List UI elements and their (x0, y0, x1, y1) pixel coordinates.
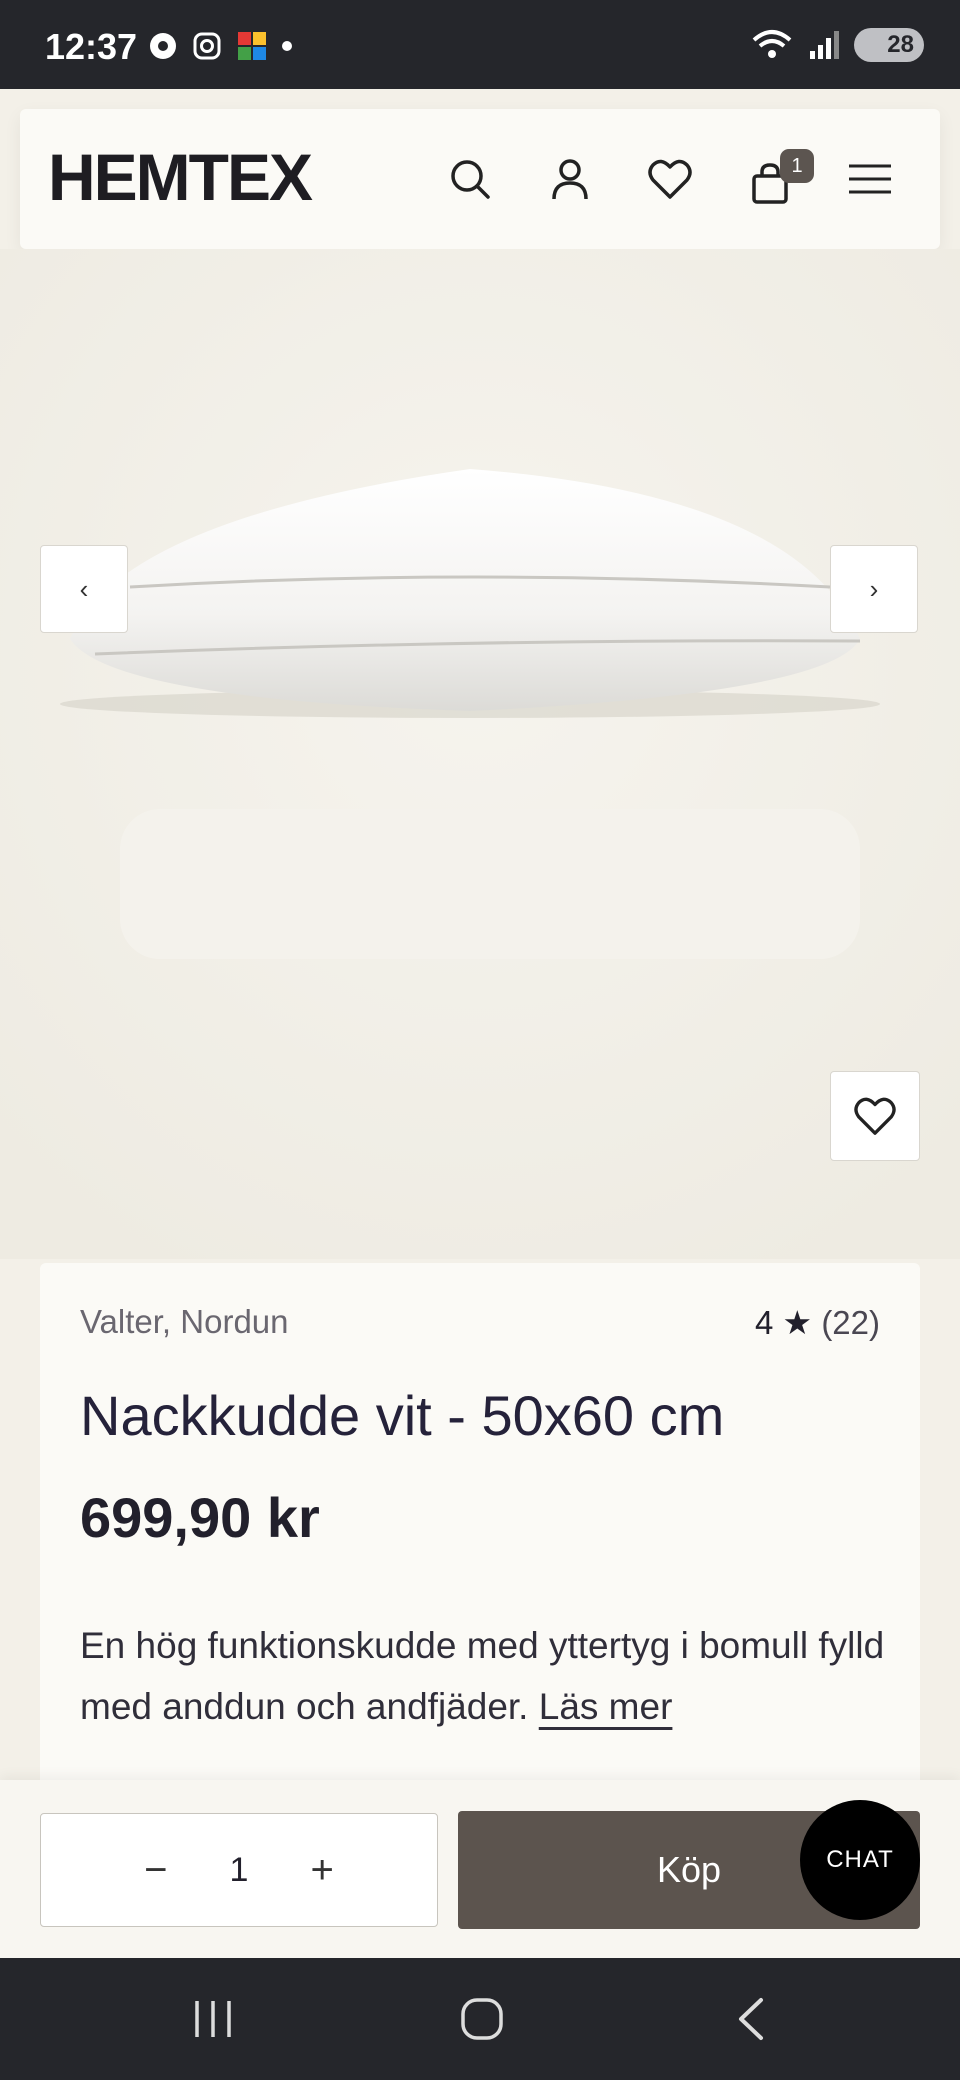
chevron-left-icon: ‹ (79, 573, 89, 604)
home-icon (461, 1998, 503, 2040)
cart-button[interactable]: 1 (740, 149, 814, 209)
hamburger-menu-icon (849, 164, 891, 194)
battery-icon: 28 (854, 28, 924, 62)
wifi-icon (752, 30, 792, 58)
rating-count: (22) (821, 1304, 880, 1341)
more-notifications-dot (282, 41, 292, 51)
increase-quantity-button[interactable]: + (310, 1848, 333, 1893)
wishlist-button[interactable] (640, 149, 700, 209)
status-bar: 12:37 28 (0, 0, 960, 89)
user-icon (552, 159, 588, 200)
chat-button[interactable]: CHAT (800, 1800, 920, 1920)
signal-icon (810, 31, 839, 59)
account-button[interactable] (540, 149, 600, 209)
soccer-ball-icon (150, 33, 176, 59)
hemtex-logo[interactable]: HEMTEX (48, 139, 313, 215)
back-chevron-icon (739, 1998, 763, 2040)
heart-icon (648, 159, 692, 199)
previous-image-button[interactable]: ‹ (40, 545, 128, 633)
quantity-value: 1 (229, 1850, 249, 1889)
product-price: 699,90 kr (80, 1486, 320, 1549)
description-text: En hög funktionskudde med yttertyg i bom… (80, 1625, 885, 1727)
product-info-card: Valter, Nordun 4 ★ (22) Nackkudde vit - … (40, 1263, 920, 1823)
purchase-bar: − 1 + Köp CHAT (0, 1780, 960, 1958)
product-title: Nackkudde vit - 50x60 cm (80, 1384, 725, 1447)
back-button[interactable] (720, 1994, 780, 2044)
decrease-quantity-button[interactable]: − (144, 1848, 167, 1893)
rating-score: 4 ★ (755, 1304, 813, 1341)
product-image-gallery[interactable]: ‹ › (0, 249, 960, 1259)
search-button[interactable] (440, 149, 500, 209)
add-to-wishlist-button[interactable] (830, 1071, 920, 1161)
menu-button[interactable] (840, 149, 900, 209)
app-grid-icon (238, 32, 266, 60)
site-header: HEMTEX 1 (20, 109, 940, 249)
search-icon (451, 160, 490, 199)
instagram-icon (193, 32, 221, 60)
notification-icons (148, 30, 292, 62)
product-image (0, 249, 960, 1259)
read-more-link[interactable]: Läs mer (539, 1686, 673, 1727)
product-description: En hög funktionskudde med yttertyg i bom… (80, 1615, 900, 1737)
system-icons: 28 (750, 28, 924, 62)
quantity-stepper[interactable]: − 1 + (40, 1813, 438, 1927)
recent-apps-icon (195, 2001, 231, 2037)
next-image-button[interactable]: › (830, 545, 918, 633)
status-time: 12:37 (45, 26, 138, 67)
home-button[interactable] (452, 1994, 512, 2044)
product-brand[interactable]: Valter, Nordun (80, 1303, 289, 1341)
system-navigation-bar (0, 1958, 960, 2080)
heart-icon (854, 1097, 896, 1135)
recent-apps-button[interactable] (183, 1994, 243, 2044)
product-rating[interactable]: 4 ★ (22) (755, 1303, 880, 1342)
chevron-right-icon: › (869, 573, 879, 604)
cart-count-badge: 1 (780, 149, 814, 183)
